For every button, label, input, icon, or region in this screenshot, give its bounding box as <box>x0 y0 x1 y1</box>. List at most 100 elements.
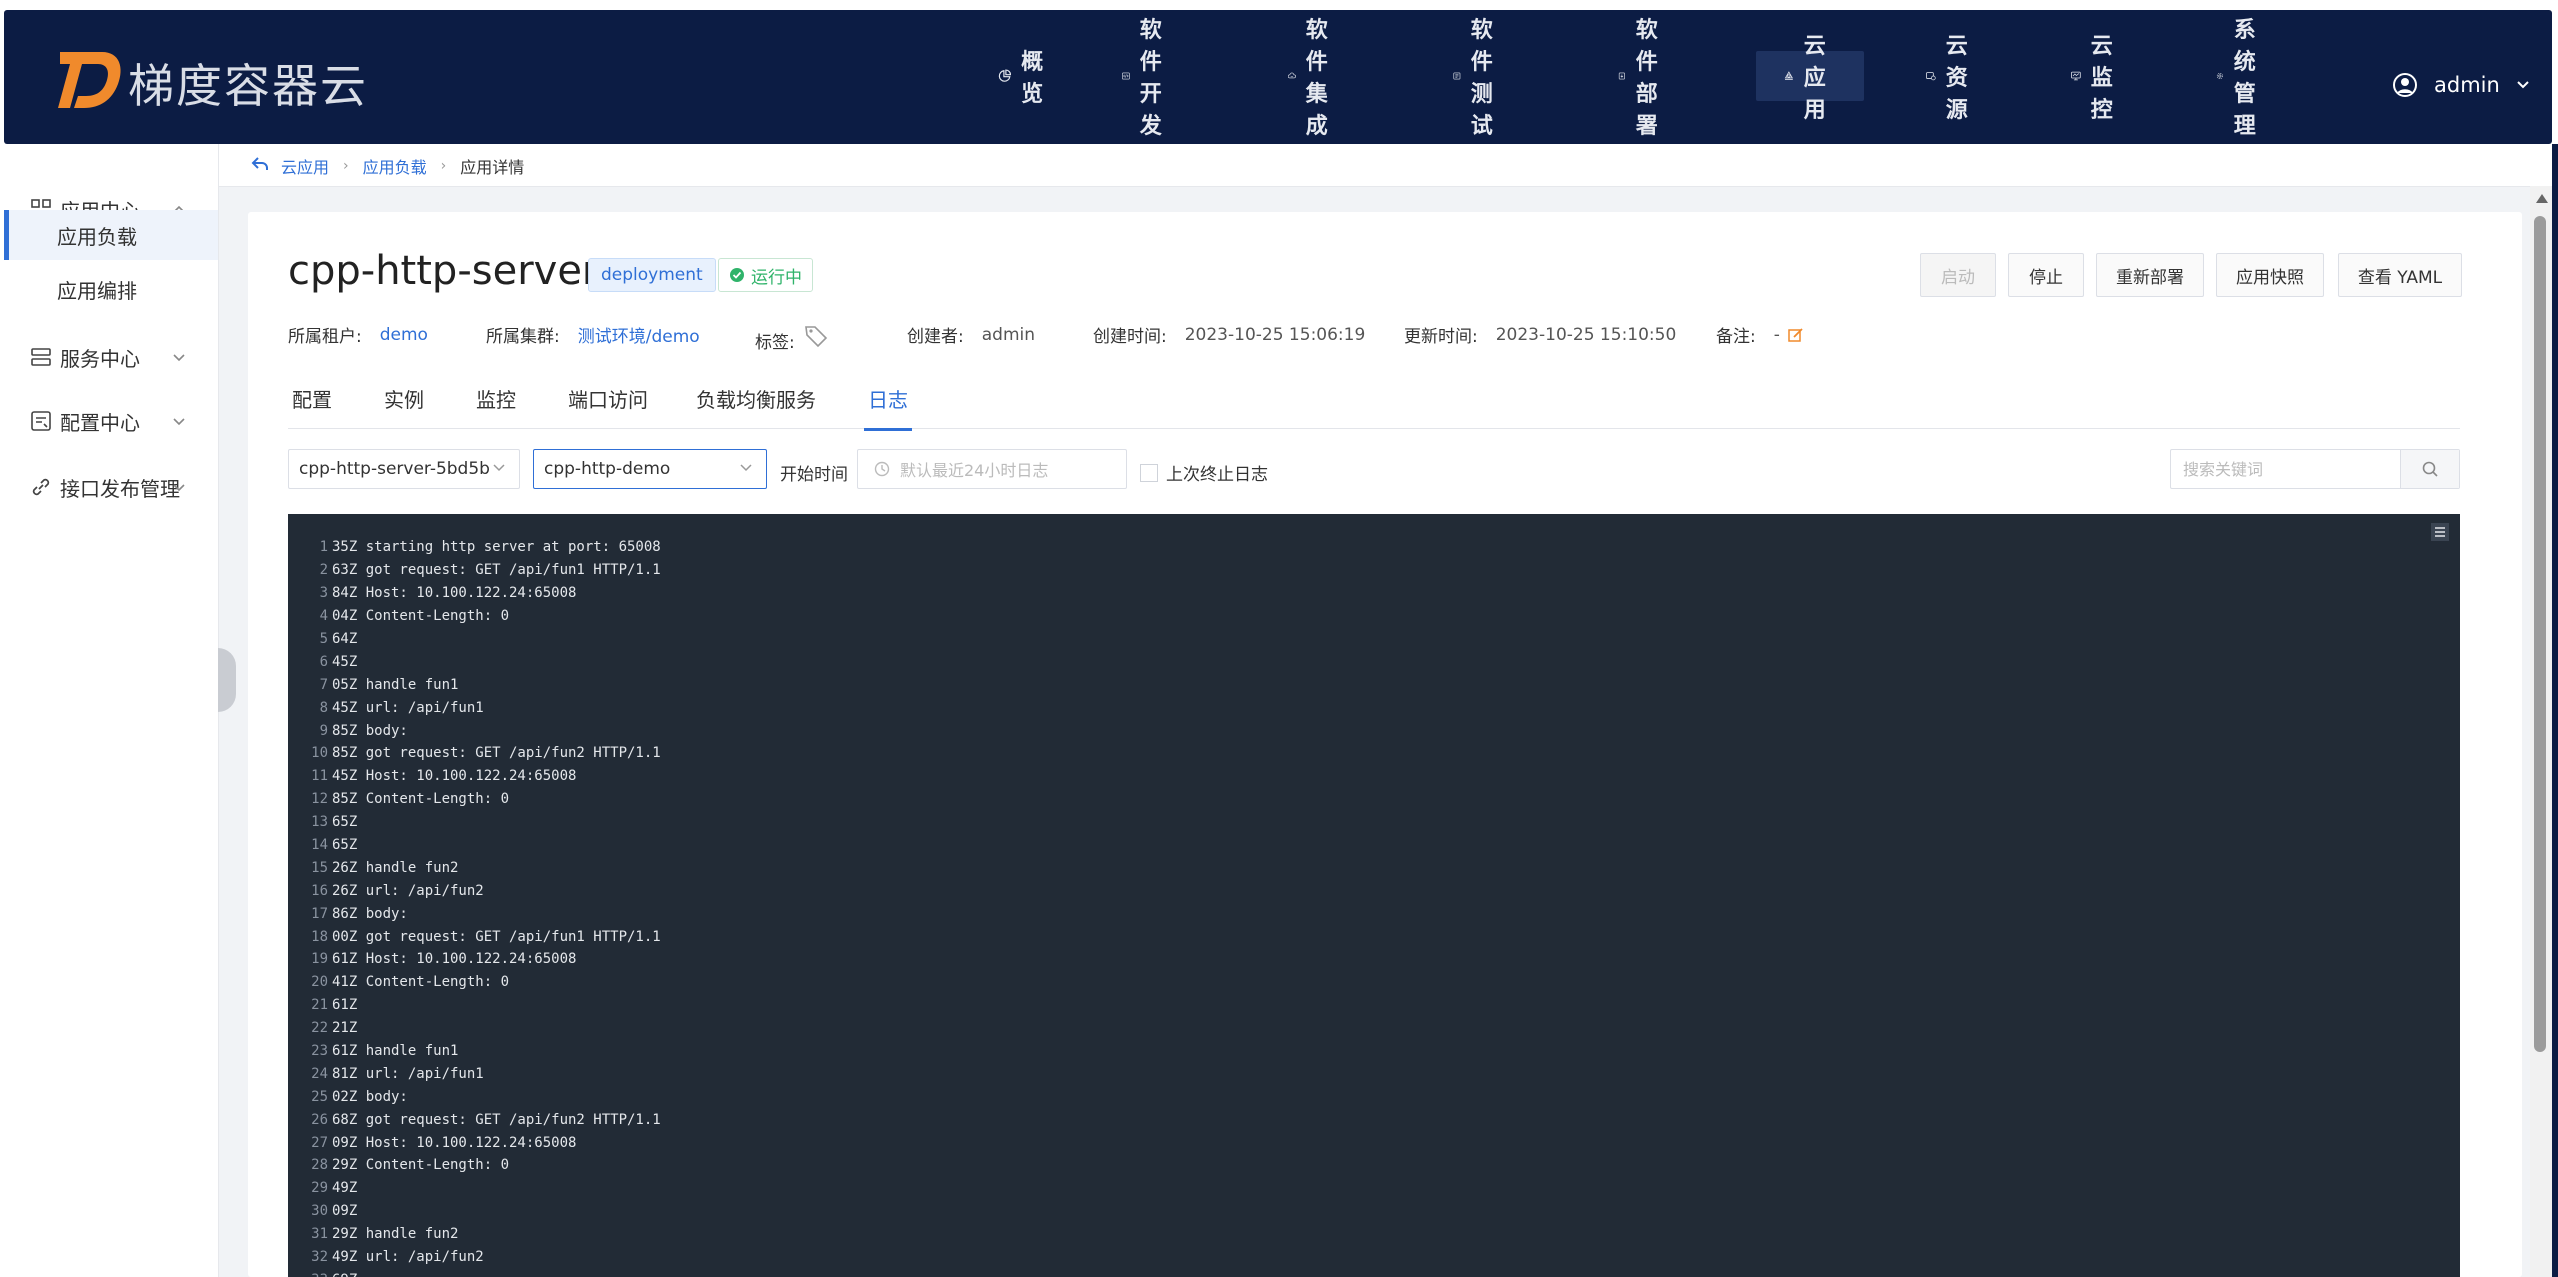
log-text: 35Z starting http server at port: 65008 <box>332 539 661 556</box>
log-text: 49Z url: /api/fun2 <box>332 1249 484 1266</box>
line-number: 31 <box>311 1226 328 1243</box>
line-number: 24 <box>311 1065 328 1082</box>
tab-load-balancer[interactable]: 负载均衡服务 <box>696 384 816 428</box>
tab-monitoring[interactable]: 监控 <box>476 384 516 428</box>
breadcrumb-app-load[interactable]: 应用负载 <box>363 154 427 178</box>
back-arrow-icon[interactable] <box>251 155 269 173</box>
user-menu[interactable]: admin <box>2392 72 2530 98</box>
sidebar-group-service-center[interactable]: 服务中心 <box>4 332 218 382</box>
sidebar-group-api-publish[interactable]: 接口发布管理 <box>4 462 218 512</box>
log-text: 63Z got request: GET /api/fun1 HTTP/1.1 <box>332 562 661 579</box>
meta-tenant: 所属租户: demo <box>288 322 428 348</box>
tab-port-access[interactable]: 端口访问 <box>568 384 648 428</box>
start-button[interactable]: 启动 <box>1920 253 1996 297</box>
line-number: 28 <box>311 1157 328 1174</box>
gear-icon <box>2216 72 2223 80</box>
view-yaml-button[interactable]: 查看 YAML <box>2338 253 2462 297</box>
link-icon <box>32 478 50 496</box>
container-select[interactable]: cpp-http-demo <box>533 449 767 489</box>
brand-name: 梯度容器云 <box>128 59 368 113</box>
tag-icon[interactable] <box>803 323 829 349</box>
line-number: 6 <box>319 653 328 670</box>
app-snapshot-button[interactable]: 应用快照 <box>2216 253 2324 297</box>
nav-cloud-monitor[interactable]: 云监控 <box>2071 34 2123 123</box>
log-text: 09Z <box>332 1203 358 1220</box>
search-input[interactable] <box>2171 450 2400 488</box>
log-lines: 1 35Z starting http server at port: 65008… <box>288 536 661 1277</box>
sidebar-item-app-orchestration[interactable]: 应用编排 <box>4 264 218 314</box>
nav-software-test[interactable]: 软件测试 <box>1453 18 1505 139</box>
check-circle-icon <box>730 268 744 282</box>
start-time-label: 开始时间 <box>780 465 848 485</box>
log-line: 26 68Z got request: GET /api/fun2 HTTP/1.… <box>288 1108 661 1131</box>
log-line: 32 49Z url: /api/fun2 <box>288 1246 661 1269</box>
log-text: 81Z url: /api/fun1 <box>332 1065 484 1082</box>
log-line: 12 85Z Content-Length: 0 <box>288 788 661 811</box>
tab-instances[interactable]: 实例 <box>384 384 424 428</box>
menu-icon[interactable] <box>2430 522 2450 542</box>
meta-created: 创建时间: 2023-10-25 15:06:19 <box>1093 322 1366 348</box>
nav-software-integration[interactable]: 软件集成 <box>1288 18 1340 139</box>
sidebar: 应用中心 应用负载 应用编排 服务中心 配置中心 接口发布管理 <box>4 144 219 1277</box>
log-text: 45Z Host: 10.100.122.24:65008 <box>332 768 577 785</box>
line-number: 10 <box>311 745 328 762</box>
tab-logs[interactable]: 日志 <box>864 384 912 431</box>
page-scrollbar[interactable] <box>2530 186 2552 1277</box>
redeploy-button[interactable]: 重新部署 <box>2096 253 2204 297</box>
detail-tabs: 配置 实例 监控 端口访问 负载均衡服务 日志 <box>288 384 2460 431</box>
right-frame <box>2552 144 2558 1277</box>
log-text: 61Z Host: 10.100.122.24:65008 <box>332 951 577 968</box>
line-number: 25 <box>311 1088 328 1105</box>
log-line: 7 05Z handle fun1 <box>288 673 661 696</box>
start-time-placeholder: 默认最近24小时日志 <box>900 461 1049 480</box>
nav-software-dev[interactable]: 软件开发 <box>1122 18 1174 139</box>
log-text: 41Z Content-Length: 0 <box>332 974 510 991</box>
line-number: 16 <box>311 882 328 899</box>
stop-button[interactable]: 停止 <box>2008 253 2084 297</box>
log-line: 29 49Z <box>288 1177 661 1200</box>
log-line: 18 00Z got request: GET /api/fun1 HTTP/1.… <box>288 925 661 948</box>
meta-cluster: 所属集群: 测试环境/demo <box>486 322 700 347</box>
scroll-thumb[interactable] <box>2534 216 2546 1052</box>
cluster-link[interactable]: 测试环境/demo <box>578 322 700 347</box>
log-text: 29Z Content-Length: 0 <box>332 1157 510 1174</box>
user-avatar-icon <box>2393 73 2417 97</box>
line-number: 26 <box>311 1111 328 1128</box>
created-value: 2023-10-25 15:06:19 <box>1184 324 1366 345</box>
pod-select[interactable]: cpp-http-server-5bd5b <box>288 449 520 489</box>
edit-icon[interactable] <box>1788 327 1804 343</box>
meta-label: 更新时间: <box>1404 327 1478 347</box>
sidebar-group-label: 配置中心 <box>60 410 140 435</box>
search-button[interactable] <box>2400 450 2459 488</box>
meta-label: 所属集群: <box>486 327 560 347</box>
breadcrumb-current: 应用详情 <box>460 158 525 177</box>
nav-software-deploy[interactable]: 软件部署 <box>1618 18 1670 139</box>
breadcrumb-cloud-app[interactable]: 云应用 <box>281 154 329 178</box>
log-line: 22 21Z <box>288 1017 661 1040</box>
start-time-input[interactable]: 默认最近24小时日志 <box>857 449 1127 489</box>
log-text: 09Z Host: 10.100.122.24:65008 <box>332 1134 577 1151</box>
log-console: 1 35Z starting http server at port: 65008… <box>288 514 2460 1277</box>
nav-cloud-app[interactable]: 云应用 <box>1756 34 1865 123</box>
sidebar-item-app-load[interactable]: 应用负载 <box>4 210 218 260</box>
tab-config[interactable]: 配置 <box>292 384 332 428</box>
checkbox-box[interactable] <box>1140 463 1158 482</box>
nav-system-admin[interactable]: 系统管理 <box>2216 18 2268 139</box>
line-number: 30 <box>311 1203 328 1220</box>
nav-software-test-label: 软件测试 <box>1470 18 1493 139</box>
nav-cloud-resource[interactable]: 云资源 <box>1926 34 1978 123</box>
meta-updated: 更新时间: 2023-10-25 15:10:50 <box>1404 322 1676 348</box>
page-title: cpp-http-server <box>288 248 599 294</box>
meta-label: 标签: <box>755 333 795 353</box>
cloud-resource-icon <box>1926 72 1936 81</box>
log-line: 5 64Z <box>288 628 661 651</box>
tenant-link[interactable]: demo <box>380 325 428 345</box>
previous-log-checkbox[interactable]: 上次终止日志 <box>1140 460 1268 485</box>
nav-overview[interactable]: 概览 <box>998 50 1050 107</box>
sidebar-collapse-handle[interactable] <box>218 648 236 712</box>
log-text: 05Z handle fun1 <box>332 676 459 693</box>
log-text: 64Z <box>332 631 358 647</box>
sidebar-group-config-center[interactable]: 配置中心 <box>4 396 218 446</box>
scroll-up-icon[interactable] <box>2536 194 2548 203</box>
log-text: 65Z <box>332 837 358 854</box>
